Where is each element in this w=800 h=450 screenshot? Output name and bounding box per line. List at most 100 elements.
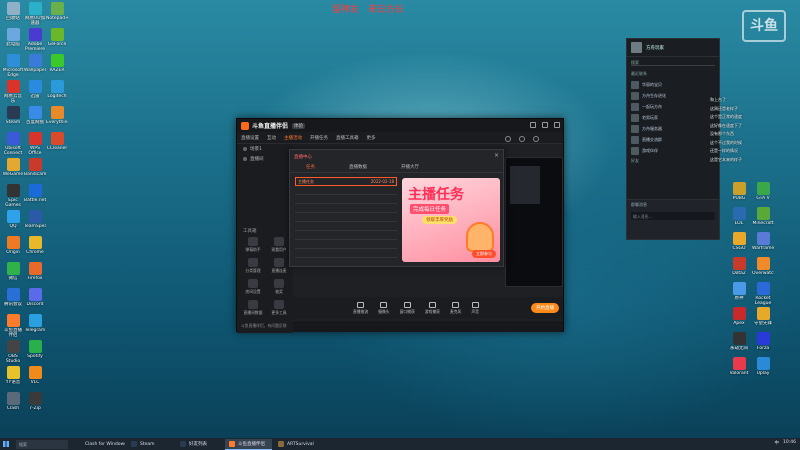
tab-0[interactable]: 直播设置 [241,135,259,141]
desktop-icon[interactable]: Logitech [46,80,68,104]
desktop-icon[interactable]: Ubisoft Connect [2,132,24,156]
tool-button[interactable]: 直播连麦 [267,258,291,274]
desktop-icon[interactable]: LOL [728,207,750,231]
desktop-icon[interactable]: TeamSpeak [24,210,46,234]
source-button[interactable]: 窗口捕获 [400,301,415,315]
list-item[interactable] [295,204,397,213]
taskbar-item[interactable]: ARTSurvival [274,439,321,450]
desktop-icon[interactable]: CSGO [728,232,750,256]
tool-button[interactable]: 抽奖 [267,279,291,295]
room-item[interactable]: 直播间 [237,154,293,164]
desktop-icon[interactable]: Steam [2,106,24,130]
desktop-icon[interactable]: PUBG [728,182,750,206]
source-button[interactable]: 麦克风 [450,301,461,315]
promo-reward-button[interactable]: 领取丰厚奖励 [422,216,457,224]
desktop-icon[interactable]: Bandicam [24,158,46,182]
tool-button[interactable]: 观看用户 [267,237,291,253]
desktop-icon[interactable]: 百度网盘 [24,106,46,130]
tool-button[interactable]: 直播间数据 [241,300,265,316]
scene-item[interactable]: 场景1 [237,144,293,154]
desktop-icon[interactable]: 微信 [2,262,24,286]
promo-join-button[interactable]: 立即参与 [472,250,496,258]
desktop-icon[interactable]: Uplay [752,357,774,381]
desktop-icon[interactable]: Chrome [24,236,46,260]
chat-search-input[interactable]: 搜索 [631,60,715,66]
tool-button[interactable]: 更多工具 [267,300,291,316]
desktop-icon[interactable]: Apex [728,307,750,331]
desktop-icon[interactable]: RAZER [46,54,68,78]
tab-3[interactable]: 开播任务 [310,135,328,141]
taskbar-item[interactable]: 好友列表 [176,439,223,450]
desktop-icon[interactable]: 腾讯会议 [2,288,24,312]
tool-button[interactable]: 弹幕助手 [241,237,265,253]
list-item[interactable]: 游戏伙伴 [627,145,719,156]
tab-1[interactable]: 互动 [267,135,276,141]
desktop-icon[interactable]: YY语音 [2,366,24,390]
desktop-icon[interactable]: Notepad++ [46,2,68,26]
app-titlebar[interactable]: 斗鱼直播伴侣 体验 [237,119,563,132]
desktop-icon[interactable]: VLC [24,366,46,390]
desktop-icon[interactable]: 此电脑 [2,28,24,52]
list-item[interactable]: 方舟服务器 [627,123,719,134]
desktop-icon[interactable]: OBS Studio [2,340,24,364]
desktop-icon[interactable]: Epic Games [2,184,24,208]
desktop-icon[interactable]: Clash [2,392,24,416]
desktop-icon[interactable]: 迅雷 [24,80,46,104]
desktop-icon[interactable]: Microsoft Edge [2,54,24,78]
group-chat-header[interactable]: 群聊消息 [627,200,719,210]
settings-icon[interactable] [505,136,511,142]
list-item[interactable]: 一起玩方舟 [627,101,719,112]
desktop-icon[interactable]: WeGame [2,158,24,182]
input-language[interactable]: 中 [775,440,780,446]
desktop-icon[interactable]: Firefox [24,262,46,286]
chat-user-header[interactable]: 方舟玩家 [627,39,719,57]
host-task-promo-banner[interactable]: 主播任务 完成每日任务 领取丰厚奖励 立即参与 [402,178,500,262]
desktop-icon[interactable]: Forza [752,332,774,356]
list-item[interactable]: 方舟生存进化 [627,90,719,101]
desktop-icon[interactable]: Minecraft [752,207,774,231]
dialog-tab-1[interactable]: 直播数据 [349,164,367,172]
eye-icon[interactable] [243,147,247,151]
dialog-tab-0[interactable]: 任务 [306,164,315,172]
help-icon[interactable] [533,136,539,142]
desktop-icon[interactable]: Warframe [752,232,774,256]
desktop-icon[interactable]: 斗鱼直播伴侣 [2,314,24,338]
desktop-icon[interactable]: Dota2 [728,257,750,281]
list-item[interactable] [295,186,397,195]
list-item[interactable]: 宅男玩家 [627,112,719,123]
source-button[interactable]: 声音 [471,301,479,315]
maximize-icon[interactable] [542,122,548,128]
desktop-icon[interactable]: 原神 [728,282,750,306]
desktop-icon[interactable]: Everything [46,106,68,130]
list-item[interactable] [295,213,397,222]
taskbar-item[interactable]: Clash for Windows [78,439,125,450]
desktop-icon[interactable]: Origin [2,236,24,260]
list-item[interactable] [295,249,397,258]
desktop-icon[interactable]: Rocket League [752,282,774,306]
stream-preview[interactable] [505,157,563,287]
desktop-icon[interactable]: Overwatch [752,257,774,281]
tool-button[interactable]: 房间设置 [241,279,265,295]
avatar[interactable] [631,42,642,53]
desktop-icon[interactable]: 永劫无间 [728,332,750,356]
dialog-tab-2[interactable]: 开播大厅 [401,164,419,172]
desktop-icon[interactable]: Wallpaper [24,54,46,78]
desktop-icon[interactable]: 7-Zip [24,392,46,416]
desktop-icon[interactable]: GeForce [46,28,68,52]
source-button[interactable]: 直播推流 [353,301,368,315]
desktop-icon[interactable]: GTA V [752,182,774,206]
start-button[interactable] [0,438,12,450]
taskbar-search-input[interactable]: 搜索 [16,439,68,449]
list-item[interactable] [295,231,397,240]
taskbar-item[interactable]: 斗鱼直播伴侣 [225,438,272,450]
dialog-close-icon[interactable]: × [494,152,499,159]
tab-2[interactable]: 主播活动 [284,135,302,141]
share-icon[interactable] [519,136,525,142]
feedback-text[interactable]: 斗鱼直播伴侣，有问题反馈 [241,323,287,329]
close-icon[interactable] [554,122,560,128]
list-item[interactable] [295,240,397,249]
clock[interactable]: 10:46 [783,440,796,446]
list-item[interactable]: 华丽的宝贝 [627,79,719,90]
desktop-icon[interactable]: Battle.net [24,184,46,208]
desktop-icon[interactable]: Spotify [24,340,46,364]
